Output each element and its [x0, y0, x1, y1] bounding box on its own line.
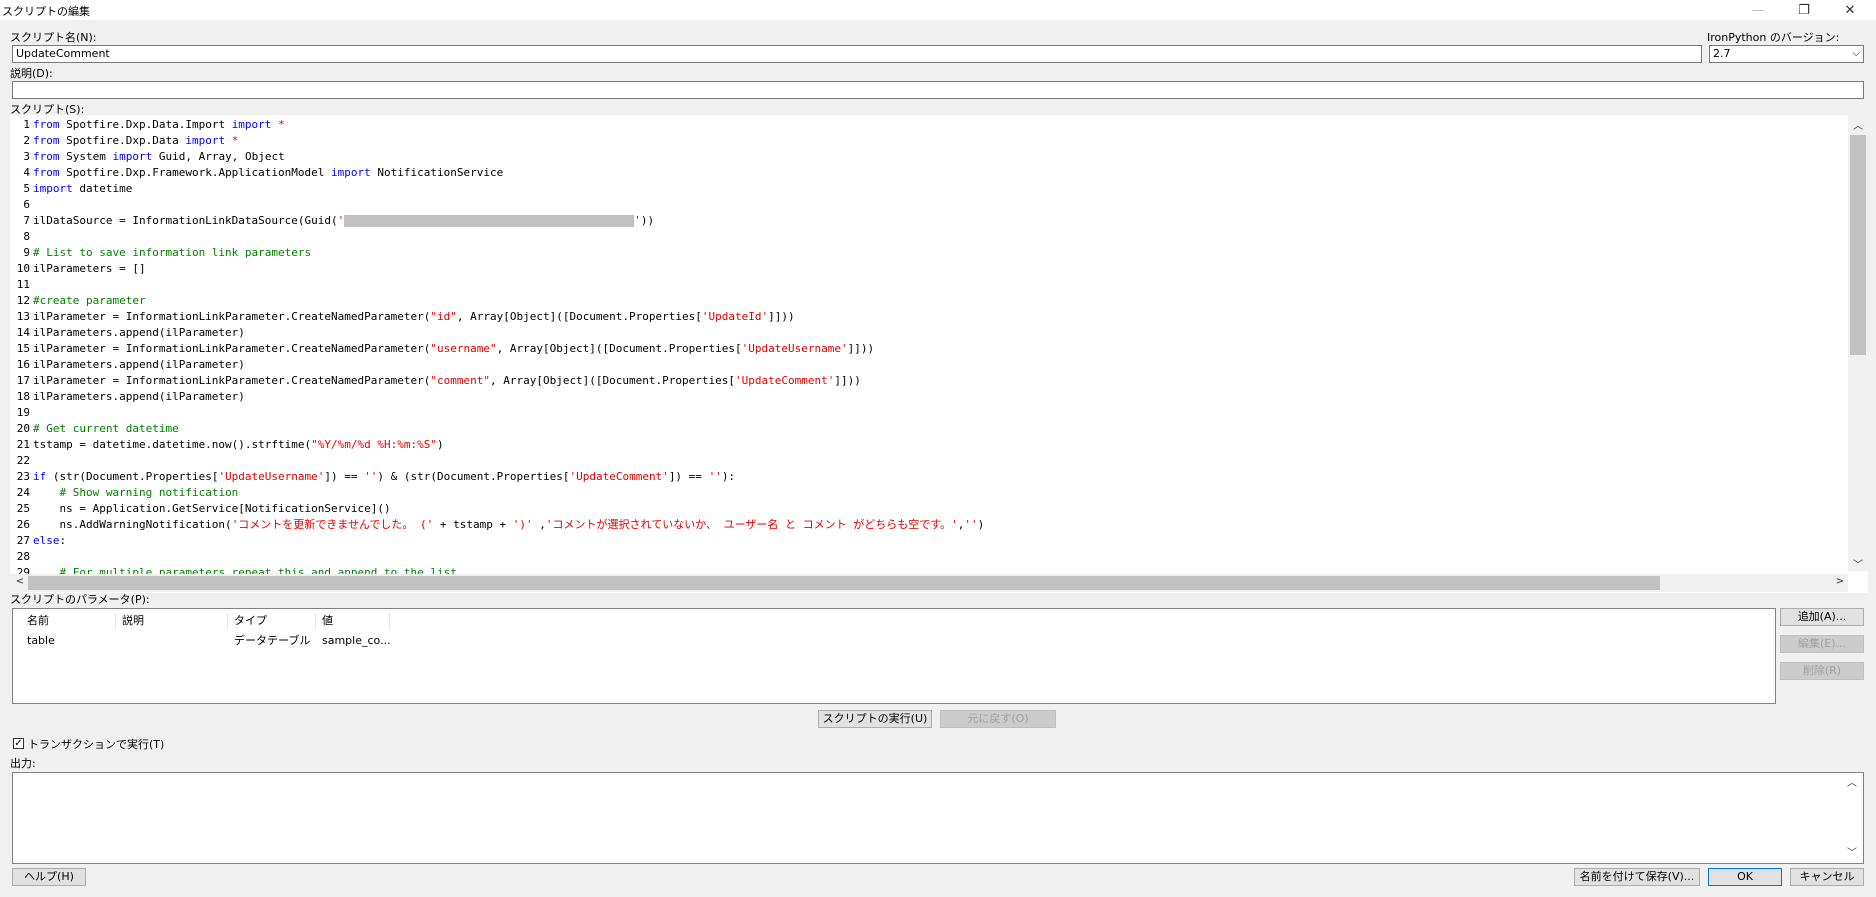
edit-button[interactable]: 編集(E)...	[1780, 635, 1864, 653]
save-as-button[interactable]: 名前を付けて保存(V)...	[1574, 868, 1700, 886]
description-label: 説明(D):	[10, 67, 53, 80]
ironpython-version-label: IronPython のバージョン:	[1707, 31, 1840, 44]
script-name-label: スクリプト名(N):	[10, 31, 97, 44]
redacted-guid	[344, 215, 635, 227]
scroll-down-icon[interactable]: ﹀	[1850, 556, 1866, 571]
output-scroll-up-icon[interactable]: ︿	[1844, 774, 1860, 789]
delete-button[interactable]: 削除(R)	[1780, 662, 1864, 680]
vertical-scroll-thumb[interactable]	[1850, 135, 1866, 355]
run-script-button[interactable]: スクリプトの実行(U)	[818, 710, 932, 728]
window-title: スクリプトの編集	[2, 5, 90, 18]
params-cell-value[interactable]: sample_co...	[316, 633, 390, 649]
params-header-description[interactable]: 説明	[116, 613, 228, 629]
transaction-label: トランザクションで実行(T)	[28, 738, 165, 751]
params-table[interactable]: 名前 説明 タイプ 値 table データテーブル sample_co...	[12, 608, 1776, 704]
params-cell-name[interactable]: table	[21, 633, 122, 649]
horizontal-scroll-thumb[interactable]	[28, 576, 1660, 590]
undo-button[interactable]: 元に戻す(O)	[940, 710, 1056, 728]
scroll-left-icon[interactable]: <	[12, 576, 28, 587]
scroll-right-icon[interactable]: >	[1832, 576, 1848, 587]
restore-icon[interactable]: ❐	[1782, 0, 1826, 20]
output-area[interactable]	[12, 772, 1864, 864]
params-label: スクリプトのパラメータ(P):	[10, 593, 150, 606]
script-name-input[interactable]: UpdateComment	[12, 45, 1702, 63]
add-button[interactable]: 追加(A)...	[1780, 608, 1864, 626]
params-header-value[interactable]: 値	[316, 613, 390, 629]
close-icon[interactable]: ✕	[1828, 0, 1872, 20]
script-editor[interactable]: 1 from Spotfire.Dxp.Data.Import import * …	[10, 115, 1868, 593]
minimize-icon[interactable]: —	[1736, 0, 1780, 20]
help-button[interactable]: ヘルプ(H)	[12, 868, 86, 886]
output-scroll-down-icon[interactable]: ﹀	[1844, 844, 1860, 859]
scroll-up-icon[interactable]: ︿	[1850, 117, 1866, 132]
ironpython-version-value: 2.7	[1713, 47, 1731, 60]
title-bar	[0, 0, 1876, 20]
description-input[interactable]	[12, 81, 1864, 99]
ok-button[interactable]: OK	[1708, 868, 1782, 886]
params-cell-description[interactable]	[116, 633, 234, 649]
chevron-down-icon: ⌵	[1852, 48, 1860, 59]
ironpython-version-select[interactable]: 2.7 ⌵	[1709, 45, 1864, 63]
output-label: 出力:	[10, 757, 36, 770]
transaction-checkbox[interactable]: ✓	[13, 738, 24, 749]
params-cell-type[interactable]: データテーブル	[228, 633, 322, 649]
params-header-name[interactable]: 名前	[21, 613, 116, 629]
code-block: 1 from Spotfire.Dxp.Data.Import import * …	[16, 118, 985, 579]
cancel-button[interactable]: キャンセル	[1790, 868, 1864, 886]
params-header-type[interactable]: タイプ	[228, 613, 316, 629]
